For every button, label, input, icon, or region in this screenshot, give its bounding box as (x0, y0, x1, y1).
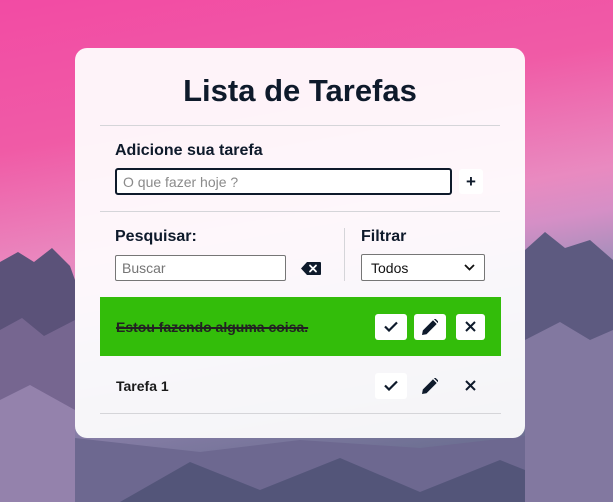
check-icon (384, 380, 398, 391)
search-label: Pesquisar: (115, 228, 197, 245)
erase-search-button[interactable] (297, 257, 325, 279)
divider (100, 211, 500, 212)
finish-todo-button[interactable] (375, 372, 407, 399)
plus-icon: + (466, 171, 476, 191)
todo-item: Tarefa 1 (100, 358, 501, 414)
edit-todo-button[interactable] (414, 373, 446, 399)
todo-input[interactable] (115, 168, 452, 195)
remove-todo-button[interactable] (456, 313, 485, 340)
filter-selected-value: Todos (371, 259, 409, 276)
divider (100, 125, 500, 126)
backspace-icon (301, 261, 321, 275)
vertical-divider (344, 228, 345, 281)
chevron-down-icon (464, 264, 475, 271)
todo-card: Lista de Tarefas Adicione sua tarefa + P… (75, 48, 525, 438)
edit-todo-button[interactable] (414, 313, 446, 340)
todo-item: Estou fazendo alguma coisa. (100, 297, 501, 356)
pencil-icon (422, 377, 438, 394)
filter-label: Filtrar (361, 228, 407, 245)
search-input[interactable] (115, 255, 286, 281)
add-todo-button[interactable]: + (459, 169, 483, 194)
check-icon (384, 321, 398, 332)
pencil-icon (422, 318, 438, 335)
filter-select[interactable]: Todos (361, 254, 485, 281)
page-title: Lista de Tarefas (183, 73, 417, 108)
add-task-label: Adicione sua tarefa (115, 142, 263, 159)
close-icon (465, 380, 476, 391)
todo-text: Tarefa 1 (116, 377, 169, 394)
todo-text: Estou fazendo alguma coisa. (116, 318, 309, 335)
remove-todo-button[interactable] (456, 373, 485, 399)
finish-todo-button[interactable] (375, 313, 407, 340)
close-icon (465, 321, 476, 332)
